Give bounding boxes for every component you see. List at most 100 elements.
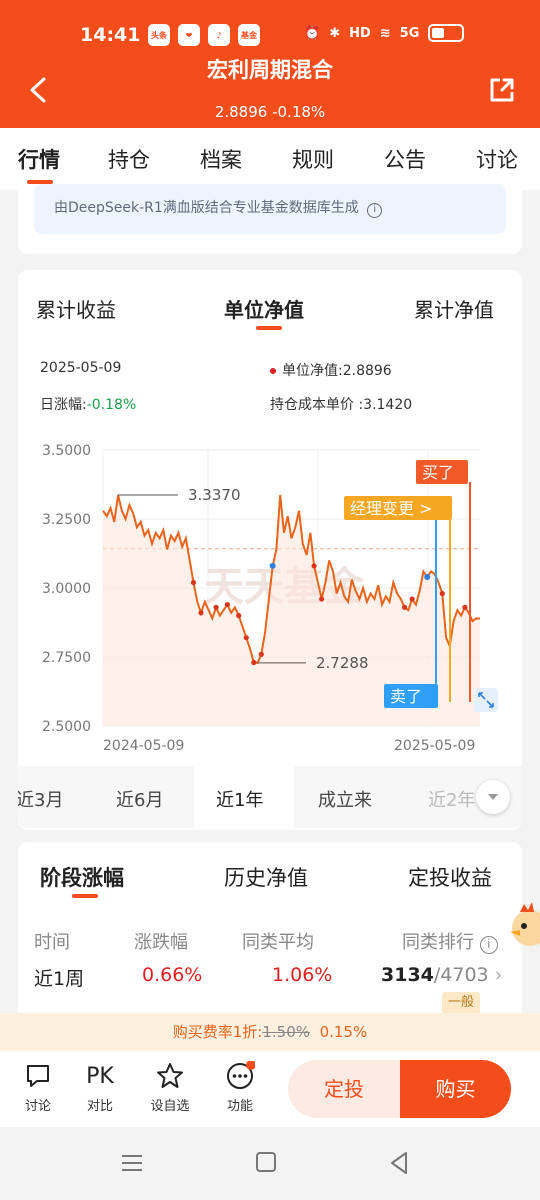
chart-nav-readout: 单位净值:2.8896: [270, 360, 392, 380]
tab-quote[interactable]: 行情: [18, 144, 60, 174]
fund-app-icon: 基金: [238, 24, 260, 46]
row-rank-value: 3134: [381, 964, 434, 986]
header-nav-value: 2.8896: [214, 103, 268, 121]
chat-bubble-icon: [11, 1061, 65, 1091]
battery-icon: [428, 24, 465, 42]
system-nav-bar: [0, 1127, 540, 1200]
nav-label: 单位净值:: [282, 363, 343, 379]
bluetooth-icon: ✱: [329, 25, 341, 41]
tab-holdings[interactable]: 持仓: [108, 144, 150, 174]
ai-summary-card: 由DeepSeek-R1满血版结合专业基金数据库生成 i: [18, 184, 522, 254]
period-2y[interactable]: 近2年: [428, 786, 475, 812]
bottom-action-bar: 讨论 PK 对比 设自选 功能 定投 购买: [0, 1051, 540, 1127]
trade-point-blue: [269, 562, 276, 569]
daily-change-label: 日涨幅:: [40, 397, 87, 413]
share-icon[interactable]: [488, 76, 516, 104]
row-rank-total: /4703: [433, 964, 489, 986]
trade-point: [190, 579, 197, 586]
fund-title: 宏利周期混合: [207, 58, 333, 82]
y-tick-label: 3.2500: [42, 512, 91, 528]
trade-point: [236, 613, 242, 619]
stage-returns-card: 阶段涨幅 历史净值 定投收益 时间 涨跌幅 同类平均 同类排行 i 近1周 0.…: [18, 842, 522, 1042]
row-category-avg: 1.06%: [272, 964, 333, 986]
cost-price: 持仓成本单价 :3.1420: [270, 394, 412, 414]
promo-old-fee: 1.50%: [262, 1023, 311, 1041]
header-rank-label: 同类排行: [402, 932, 474, 953]
period-6m[interactable]: 近6月: [116, 786, 163, 812]
nav-dot: [270, 368, 276, 374]
tab-profile[interactable]: 档案: [200, 144, 242, 174]
health-icon: ❤: [178, 24, 200, 46]
row-change: 0.66%: [142, 964, 203, 986]
back-icon[interactable]: [388, 1151, 410, 1175]
chart-tab-unit-nav[interactable]: 单位净值: [224, 294, 304, 323]
chart-date: 2025-05-09: [40, 360, 122, 376]
y-tick-label: 3.0000: [42, 581, 91, 597]
expand-icon-bg: [474, 688, 498, 712]
trade-point: [224, 601, 231, 608]
daily-change-value: -0.18%: [86, 397, 137, 413]
info-icon[interactable]: i: [367, 203, 383, 218]
toutiao-icon: 头条: [148, 24, 170, 46]
buy-button[interactable]: 购买: [400, 1060, 511, 1118]
rank-level-badge: 一般: [442, 992, 481, 1014]
discuss-button[interactable]: 讨论: [11, 1061, 65, 1114]
info-icon[interactable]: i: [479, 936, 498, 954]
fund-subtitle: 2.8896 -0.18%: [0, 103, 540, 121]
manager-tag-text: 经理变更 >: [350, 499, 433, 518]
stage-tab-indicator: [72, 894, 98, 898]
tab-announcements[interactable]: 公告: [384, 144, 426, 174]
discuss-label: 讨论: [24, 1099, 51, 1114]
hd-icon: HD: [349, 25, 371, 41]
functions-button[interactable]: 功能: [213, 1061, 267, 1114]
promo-prefix: 购买费率1折:: [172, 1023, 263, 1041]
promo-new-fee: 0.15%: [319, 1023, 368, 1041]
trade-point-blue: [424, 573, 431, 580]
compare-label: 对比: [86, 1099, 113, 1114]
stage-tab-history-nav[interactable]: 历史净值: [224, 862, 308, 892]
dingtou-button[interactable]: 定投: [288, 1060, 400, 1118]
stage-tab-dingtou[interactable]: 定投收益: [408, 862, 492, 892]
pk-icon: PK: [86, 1063, 114, 1089]
menu-icon[interactable]: [120, 1151, 144, 1175]
chart-tab-cumulative-return[interactable]: 累计收益: [36, 294, 116, 323]
y-tick-label: 2.5000: [42, 719, 91, 735]
cost-price-value: 3.1420: [363, 397, 413, 413]
tab-discussion[interactable]: 讨论: [476, 144, 518, 174]
chevron-right-icon: ›: [494, 964, 503, 986]
tab-rules[interactable]: 规则: [292, 144, 334, 174]
chart-tab-cumulative-nav[interactable]: 累计净值: [414, 294, 494, 323]
buy-tag-text: 买了: [422, 463, 454, 482]
period-1y[interactable]: 近1年: [216, 786, 263, 812]
ai-source-note: 由DeepSeek-R1满血版结合专业基金数据库生成 i: [54, 197, 383, 218]
nav-line-chart[interactable]: 3.5000 3.2500 3.0000 2.7500 2.5000 2024-05-09…: [18, 430, 522, 766]
min-label: 2.7288: [316, 654, 369, 672]
stage-tab-returns[interactable]: 阶段涨幅: [40, 862, 124, 892]
x-tick-label: 2024-05-09: [103, 738, 184, 754]
chevron-down-icon[interactable]: [476, 780, 510, 814]
status-indicators: ⏰ ✱ HD ≋ 5G: [304, 24, 465, 42]
wifi-icon: ≋: [379, 25, 391, 41]
home-icon[interactable]: [255, 1151, 277, 1173]
period-3m[interactable]: 近3月: [18, 786, 63, 812]
more-dots-icon: [213, 1061, 267, 1091]
header-period: 时间: [34, 932, 70, 953]
status-time: 14:41: [80, 24, 141, 46]
trade-point: [319, 596, 325, 602]
add-watchlist-button[interactable]: 设自选: [143, 1061, 197, 1114]
period-since-inception[interactable]: 成立来: [318, 786, 372, 812]
ai-summary-box: 由DeepSeek-R1满血版结合专业基金数据库生成 i: [34, 184, 506, 234]
tiktok-icon: ♪: [208, 24, 230, 46]
trade-point: [439, 590, 445, 597]
compare-button[interactable]: PK 对比: [73, 1061, 127, 1115]
mascot-icon[interactable]: [506, 900, 540, 956]
sell-tag-text: 卖了: [390, 687, 422, 706]
alarm-icon: ⏰: [304, 25, 321, 41]
header-change: 涨跌幅: [134, 932, 188, 953]
y-tick-label: 2.7500: [42, 650, 91, 666]
header-category-avg: 同类平均: [242, 932, 314, 953]
trade-point: [243, 635, 249, 641]
header-bar: 14:41 头条 ❤ ♪ 基金 ⏰ ✱ HD ≋ 5G 宏利周期混合 2.889…: [0, 0, 540, 128]
fee-promo-bar[interactable]: 购买费率1折:1.50% 0.15%: [0, 1013, 540, 1051]
row-rank[interactable]: 3134/4703 ›: [381, 964, 502, 986]
